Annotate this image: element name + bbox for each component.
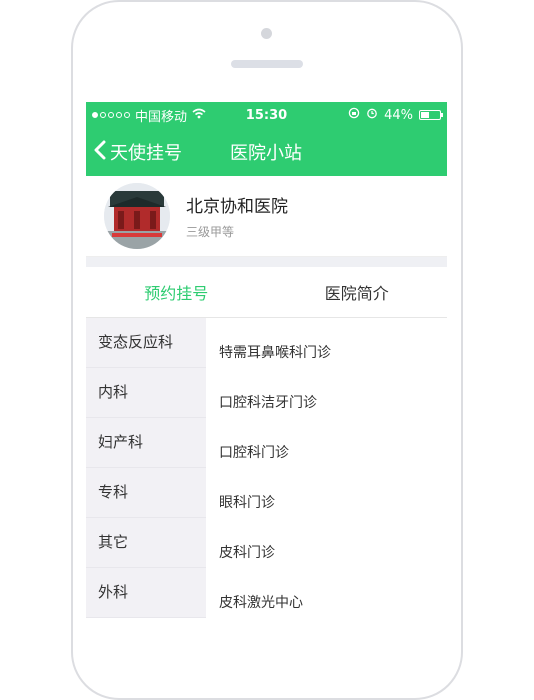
- hospital-avatar: [104, 183, 170, 249]
- hospital-header[interactable]: 北京协和医院 三级甲等: [86, 176, 447, 257]
- list-item[interactable]: 口腔科门诊: [206, 418, 447, 468]
- list-item[interactable]: 皮科门诊: [206, 518, 447, 568]
- sidebar-item-other[interactable]: 其它: [86, 518, 206, 568]
- back-button[interactable]: 天使挂号: [94, 139, 182, 165]
- list-item[interactable]: 特需耳鼻喉科门诊: [206, 318, 447, 368]
- rotation-lock-icon: [348, 107, 360, 123]
- front-camera: [261, 28, 272, 39]
- status-right: 44%: [348, 107, 443, 123]
- tab-bar: 预约挂号 医院简介: [86, 267, 447, 318]
- sidebar-item-surgery[interactable]: 外科: [86, 568, 206, 618]
- hospital-level: 三级甲等: [186, 225, 235, 239]
- clinic-list: 特需耳鼻喉科门诊 口腔科洁牙门诊 口腔科门诊 眼科门诊 皮科门诊 皮科激光中心: [206, 318, 447, 618]
- sidebar-item-obstetrics[interactable]: 妇产科: [86, 418, 206, 468]
- department-browser: 变态反应科 内科 妇产科 专科 其它 外科 特需耳鼻喉科门诊 口腔科洁牙门诊 口…: [86, 318, 447, 618]
- sidebar-item-allergy[interactable]: 变态反应科: [86, 318, 206, 368]
- tab-hospital-intro[interactable]: 医院简介: [267, 267, 448, 317]
- hospital-name: 北京协和医院: [186, 197, 288, 217]
- list-item[interactable]: 眼科门诊: [206, 468, 447, 518]
- sidebar-item-specialty[interactable]: 专科: [86, 468, 206, 518]
- hospital-info: 北京协和医院 三级甲等: [186, 192, 288, 240]
- nav-bar: 天使挂号 医院小站: [86, 128, 447, 176]
- battery-fill: [421, 112, 429, 118]
- tab-appointment[interactable]: 预约挂号: [86, 267, 267, 317]
- department-sidebar: 变态反应科 内科 妇产科 专科 其它 外科: [86, 318, 206, 618]
- list-item[interactable]: 皮科激光中心: [206, 568, 447, 618]
- chevron-left-icon: [94, 140, 106, 165]
- list-item[interactable]: 口腔科洁牙门诊: [206, 368, 447, 418]
- status-bar: 中国移动 15:30 44%: [86, 102, 447, 128]
- alarm-icon: [366, 107, 378, 123]
- battery-icon: [419, 110, 443, 120]
- app-screen: 中国移动 15:30 44% 天使挂号 医院小站 北京协和医院 三级甲等 预约挂…: [86, 102, 447, 625]
- back-label: 天使挂号: [110, 143, 182, 164]
- sidebar-item-internal-medicine[interactable]: 内科: [86, 368, 206, 418]
- section-divider: [86, 257, 447, 267]
- battery-percent: 44%: [384, 107, 413, 123]
- earpiece-speaker: [231, 60, 303, 68]
- page-title: 医院小站: [230, 143, 302, 164]
